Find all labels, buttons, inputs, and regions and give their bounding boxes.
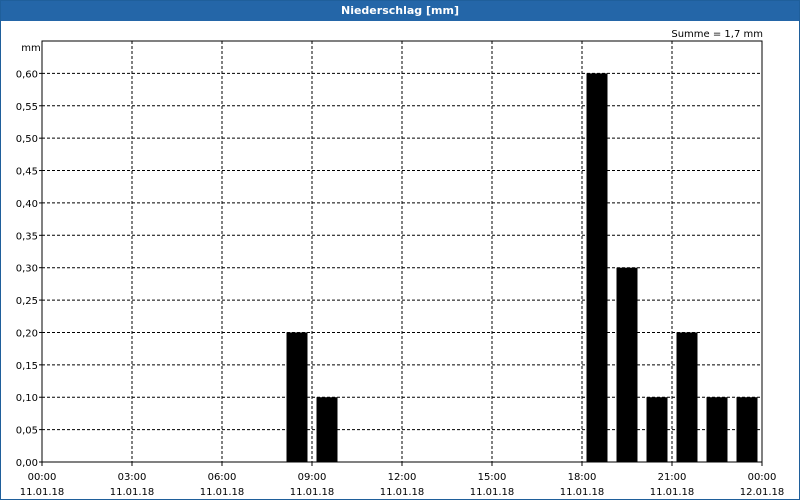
- y-tick-label: 0,50: [16, 134, 38, 145]
- x-tick-time-label: 09:00: [298, 472, 327, 483]
- x-tick-date-label: 11.01.18: [290, 487, 335, 498]
- bar: [316, 397, 338, 462]
- y-tick-label: 0,15: [16, 361, 38, 372]
- x-tick-time-label: 03:00: [118, 472, 147, 483]
- y-tick-label: 0,60: [16, 69, 38, 80]
- x-tick-labels: 00:00 11.01.18 03:00 11.01.18 06:00 11.01.18 0…: [20, 462, 785, 498]
- y-tick-label: 0,20: [16, 328, 38, 339]
- bar: [706, 397, 728, 462]
- x-tick-date-label: 11.01.18: [650, 487, 695, 498]
- y-tick-label: 0,00: [16, 458, 38, 469]
- bar: [286, 332, 308, 462]
- chart-window: Niederschlag [mm] mm Summe = 1,7 mm 0,00…: [0, 0, 800, 500]
- x-tick-time-label: 18:00: [568, 472, 597, 483]
- sum-annotation: Summe = 1,7 mm: [671, 29, 763, 40]
- x-tick-time-label: 00:00: [748, 472, 777, 483]
- x-tick-date-label: 11.01.18: [380, 487, 425, 498]
- precipitation-chart: mm Summe = 1,7 mm 0,000,050,100,150,200,…: [16, 29, 785, 498]
- y-tick-label: 0,30: [16, 264, 38, 275]
- bar: [736, 397, 758, 462]
- y-tick-label: 0,10: [16, 393, 38, 404]
- y-tick-label: 0,35: [16, 231, 38, 242]
- y-tick-label: 0,05: [16, 426, 38, 437]
- x-tick-time-label: 06:00: [208, 472, 237, 483]
- x-tick-date-label: 11.01.18: [20, 487, 65, 498]
- x-tick-date-label: 11.01.18: [200, 487, 245, 498]
- x-tick-time-label: 21:00: [658, 472, 687, 483]
- x-tick-date-label: 11.01.18: [560, 487, 605, 498]
- y-tick-label: 0,55: [16, 102, 38, 113]
- x-tick-date-label: 11.01.18: [470, 487, 515, 498]
- y-tick-label: 0,45: [16, 167, 38, 178]
- bar: [616, 267, 638, 462]
- y-tick-labels: 0,00 0,05 0,10 0,15 0,20 0,25 0,30 0,35 0,40 0,45…: [16, 69, 42, 469]
- y-tick-label: 0,25: [16, 296, 38, 307]
- x-tick-time-label: 15:00: [478, 472, 507, 483]
- x-tick-time-label: 12:00: [388, 472, 417, 483]
- x-tick-date-label: 11.01.18: [110, 487, 155, 498]
- window-title: Niederschlag [mm]: [1, 1, 799, 21]
- bar: [676, 332, 698, 462]
- x-tick-time-label: 00:00: [28, 472, 57, 483]
- y-tick-label: 0,40: [16, 199, 38, 210]
- bar: [586, 73, 608, 462]
- x-tick-date-label: 12.01.18: [740, 487, 785, 498]
- y-axis-unit-label: mm: [21, 43, 40, 54]
- bar: [646, 397, 668, 462]
